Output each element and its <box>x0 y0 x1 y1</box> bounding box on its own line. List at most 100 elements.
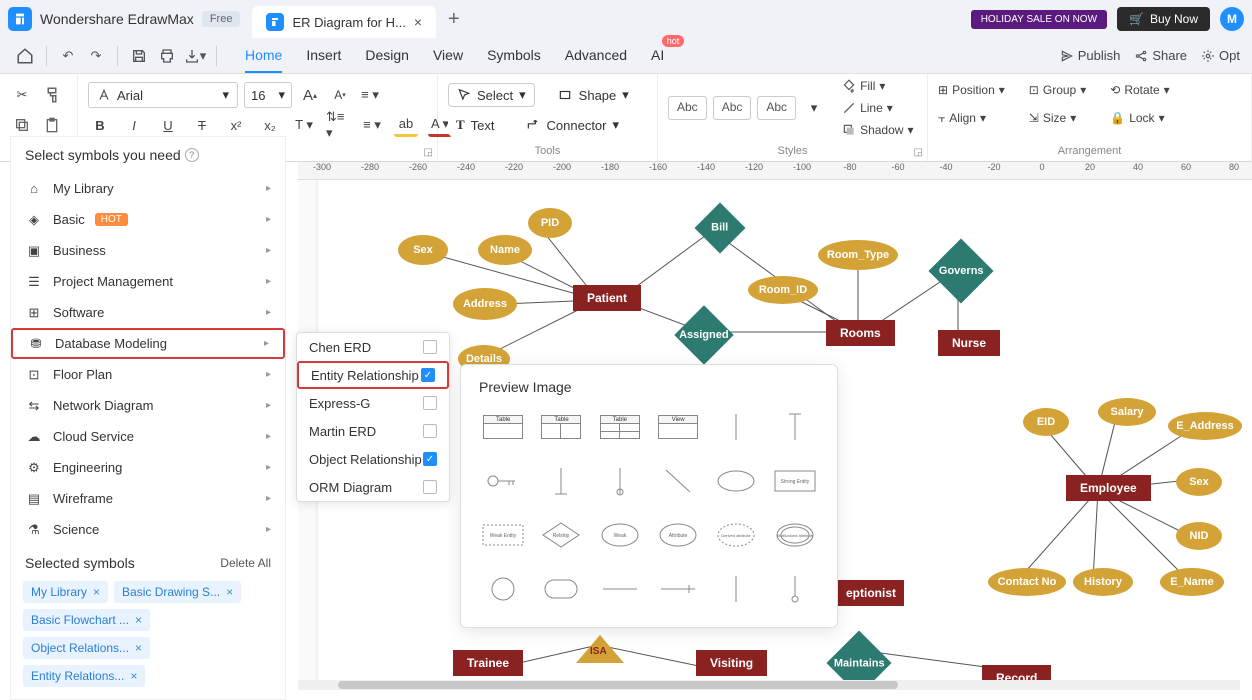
preview-hline-bar[interactable] <box>654 571 702 607</box>
preview-strong-entity[interactable]: Strong Entity <box>771 463 819 499</box>
sale-banner[interactable]: HOLIDAY SALE ON NOW <box>971 10 1107 29</box>
new-tab-button[interactable]: + <box>448 8 460 31</box>
tab-ai[interactable]: AIhot <box>651 39 664 73</box>
export-icon[interactable]: ▾ <box>182 43 208 69</box>
submenu-chen-erd[interactable]: Chen ERD <box>297 333 449 361</box>
style-preset-3[interactable]: Abc <box>757 96 796 120</box>
redo-icon[interactable]: ↷ <box>83 43 109 69</box>
entity-employee[interactable]: Employee <box>1066 475 1151 501</box>
increase-font-icon[interactable]: A▴ <box>298 83 322 107</box>
category-software[interactable]: ⊞Software▸ <box>11 297 285 328</box>
category-floor-plan[interactable]: ⊡Floor Plan▸ <box>11 359 285 390</box>
paste-icon[interactable] <box>40 113 64 137</box>
rel-assigned[interactable]: Assigned <box>674 305 733 364</box>
copy-icon[interactable] <box>10 113 34 137</box>
category-cloud-service[interactable]: ☁Cloud Service▸ <box>11 421 285 452</box>
preview-line4[interactable] <box>596 463 644 499</box>
attr-esex[interactable]: Sex <box>1176 468 1222 496</box>
tag-my-library[interactable]: My Library× <box>23 581 108 603</box>
italic-icon[interactable]: I <box>122 113 146 137</box>
attr-history[interactable]: History <box>1073 568 1133 596</box>
fill-button[interactable]: Fill ▾ <box>842 76 913 96</box>
preview-attribute[interactable]: Attribute <box>654 517 702 553</box>
submenu-express-g[interactable]: Express-G <box>297 389 449 417</box>
category-business[interactable]: ▣Business▸ <box>11 235 285 266</box>
publish-button[interactable]: Publish <box>1060 48 1121 63</box>
attr-name[interactable]: Name <box>478 235 532 265</box>
lock-button[interactable]: 🔒 Lock▾ <box>1110 108 1169 128</box>
attr-nid[interactable]: NID <box>1176 522 1222 550</box>
category-my-library[interactable]: ⌂My Library▸ <box>11 173 285 204</box>
document-tab[interactable]: ER Diagram for H... × <box>252 6 436 38</box>
tag-object-relations[interactable]: Object Relations...× <box>23 637 150 659</box>
tab-home[interactable]: Home <box>245 39 282 73</box>
attr-roomtype[interactable]: Room_Type <box>818 240 898 270</box>
preview-table3[interactable]: Table <box>596 409 644 445</box>
subscript-icon[interactable]: x₂ <box>258 113 282 137</box>
preview-line5[interactable] <box>654 463 702 499</box>
style-preset-2[interactable]: Abc <box>713 96 752 120</box>
preview-table2[interactable]: Table <box>537 409 585 445</box>
remove-tag-icon[interactable]: × <box>135 641 142 655</box>
rel-maintains[interactable]: Maintains <box>826 630 891 680</box>
print-icon[interactable] <box>154 43 180 69</box>
share-button[interactable]: Share <box>1134 48 1187 63</box>
entity-visiting[interactable]: Visiting <box>696 650 767 676</box>
line-spacing-icon[interactable]: ⇅≡ ▾ <box>326 113 350 137</box>
preview-derived[interactable]: Derived attribute <box>712 517 760 553</box>
attr-roomid[interactable]: Room_ID <box>748 276 818 304</box>
font-dialog-launcher[interactable]: ◲ <box>424 147 433 158</box>
connector-tool[interactable]: Connector ▾ <box>517 114 628 136</box>
attr-pid[interactable]: PID <box>528 208 572 238</box>
tab-advanced[interactable]: Advanced <box>565 39 627 73</box>
remove-tag-icon[interactable]: × <box>135 613 142 627</box>
submenu-orm-diagram[interactable]: ORM Diagram <box>297 473 449 501</box>
underline-icon[interactable]: U <box>156 113 180 137</box>
tab-symbols[interactable]: Symbols <box>487 39 541 73</box>
save-icon[interactable] <box>126 43 152 69</box>
horizontal-scrollbar[interactable] <box>298 680 1240 690</box>
rel-governs[interactable]: Governs <box>928 238 993 303</box>
attr-eid[interactable]: EID <box>1023 408 1069 436</box>
entity-trainee[interactable]: Trainee <box>453 650 523 676</box>
styles-dialog-launcher[interactable]: ◲ <box>914 147 923 158</box>
undo-icon[interactable]: ↶ <box>55 43 81 69</box>
preview-key[interactable] <box>479 463 527 499</box>
entity-nurse[interactable]: Nurse <box>938 330 1000 356</box>
attr-eaddress[interactable]: E_Address <box>1168 412 1242 440</box>
select-tool[interactable]: Select ▾ <box>448 83 535 107</box>
preview-multi[interactable]: Multivalued attribute <box>771 517 819 553</box>
case-icon[interactable]: T ▾ <box>292 113 316 137</box>
tab-insert[interactable]: Insert <box>306 39 341 73</box>
tag-basic-drawing[interactable]: Basic Drawing S...× <box>114 581 241 603</box>
attr-contact[interactable]: Contact No <box>988 568 1066 596</box>
close-tab-icon[interactable]: × <box>414 14 422 30</box>
preview-ellipse[interactable] <box>712 463 760 499</box>
preview-rounded[interactable] <box>537 571 585 607</box>
strikethrough-icon[interactable]: T <box>190 113 214 137</box>
category-database-modeling[interactable]: ⛃Database Modeling▸ <box>11 328 285 359</box>
category-network-diagram[interactable]: ⇆Network Diagram▸ <box>11 390 285 421</box>
category-basic[interactable]: ◈BasicHOT▸ <box>11 204 285 235</box>
bullets-icon[interactable]: ≡ ▾ <box>360 113 384 137</box>
shadow-button[interactable]: Shadow ▾ <box>842 120 913 140</box>
bold-icon[interactable]: B <box>88 113 112 137</box>
category-project-management[interactable]: ☰Project Management▸ <box>11 266 285 297</box>
format-painter-icon[interactable] <box>40 83 64 107</box>
tag-entity-relations[interactable]: Entity Relations...× <box>23 665 145 687</box>
entity-receptionist[interactable]: eptionist <box>838 580 904 606</box>
attr-address[interactable]: Address <box>453 288 517 320</box>
category-engineering[interactable]: ⚙Engineering▸ <box>11 452 285 483</box>
rotate-button[interactable]: ⟲ Rotate▾ <box>1110 80 1169 100</box>
attr-salary[interactable]: Salary <box>1098 398 1156 426</box>
preview-line1[interactable] <box>712 409 760 445</box>
text-tool[interactable]: TText <box>448 114 503 136</box>
preview-vline[interactable] <box>712 571 760 607</box>
align-button[interactable]: ⫟ Align▾ <box>938 108 1005 128</box>
buy-now-button[interactable]: 🛒 Buy Now <box>1117 7 1210 31</box>
group-button[interactable]: ⊡ Group▾ <box>1029 80 1086 100</box>
font-size-select[interactable]: 16▾ <box>244 82 292 108</box>
help-icon[interactable]: ? <box>185 148 199 162</box>
rel-bill[interactable]: Bill <box>695 203 746 254</box>
line-button[interactable]: Line ▾ <box>842 98 913 118</box>
